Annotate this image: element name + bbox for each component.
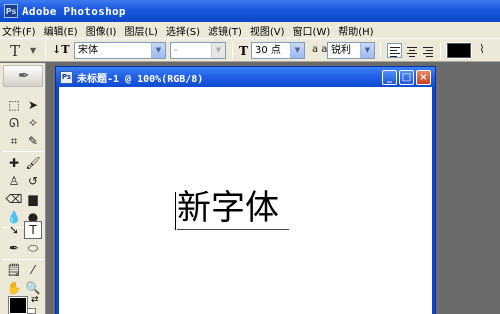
menu-bar: 文件(F) 编辑(E) 图像(I) 图层(L) 选择(S) 滤镜(T) 视图(V… [0,22,500,38]
canvas[interactable]: 新字体 [59,87,432,314]
text-caret [175,192,176,230]
font-size-value: 30 点 [255,45,281,56]
menu-window[interactable]: 窗口(W) [293,23,331,38]
history-brush-tool-icon[interactable]: ↺ [24,172,42,190]
photoshop-icon: Ps [4,4,18,18]
options-bar: T ▼ ↓T 宋体 ▼ - ▼ T 30 点 ▼ a a 锐利 ▼ ⌇ [0,38,500,62]
crop-tool-icon[interactable]: ⌗ [5,132,23,150]
eraser-tool-icon[interactable]: ⌫ [5,190,23,208]
canvas-text-layer[interactable]: 新字体 [177,188,279,228]
feather-icon: ✒ [18,68,30,84]
chevron-down-icon[interactable]: ▼ [30,46,36,55]
gradient-tool-icon[interactable]: ▆ [24,190,42,208]
path-selection-tool-icon[interactable]: ➘ [5,221,23,239]
lasso-tool-icon[interactable]: ᘏ [5,114,23,132]
menu-filter[interactable]: 滤镜(T) [208,23,242,38]
app-titlebar: Ps Adobe Photoshop [0,0,500,22]
document-title: 未标题-1 @ 100%(RGB/8) [77,73,204,85]
align-right-button[interactable] [420,43,435,58]
brush-tool-icon[interactable]: 🖌 [24,154,42,172]
menu-edit[interactable]: 编辑(E) [44,23,78,38]
chevron-down-icon[interactable]: ▼ [211,43,225,58]
magic-wand-tool-icon[interactable]: ✧ [24,114,42,132]
divider [45,42,46,60]
align-center-button[interactable] [404,43,419,58]
marquee-tool-icon[interactable]: ⬚ [5,96,23,114]
minimize-button[interactable]: _ [382,70,397,85]
font-size-icon: T [239,44,248,58]
font-size-select[interactable]: 30 点 ▼ [251,42,305,59]
toolbox-header[interactable]: ✒ [3,65,43,87]
antialias-icon: a a [312,44,328,55]
font-style-select[interactable]: - ▼ [170,42,226,59]
eyedropper-tool-icon[interactable]: ⁄ [24,261,42,279]
document-titlebar[interactable]: Ps 未标题-1 @ 100%(RGB/8) _ □ × [56,67,435,87]
document-icon: Ps [60,70,73,84]
menu-help[interactable]: 帮助(H) [338,23,373,38]
toolbox: ✒ ⬚ ➤ ᘏ ✧ ⌗ ✎ ✚ 🖌 ♙ ↺ ⌫ ▆ 💧 ● ➘ T ✒ ⬭ 🗒 … [0,63,46,314]
healing-brush-tool-icon[interactable]: ✚ [5,154,23,172]
slice-tool-icon[interactable]: ✎ [24,132,42,150]
hand-tool-icon[interactable]: ✋ [5,279,23,297]
menu-image[interactable]: 图像(I) [86,23,117,38]
menu-select[interactable]: 选择(S) [166,23,200,38]
foreground-color-swatch[interactable] [8,296,28,314]
pen-tool-icon[interactable]: ✒ [5,239,23,257]
document-window: Ps 未标题-1 @ 100%(RGB/8) _ □ × 新字体 [55,66,436,314]
menu-file[interactable]: 文件(F) [2,23,36,38]
chevron-down-icon[interactable]: ▼ [360,43,374,58]
maximize-button[interactable]: □ [399,70,414,85]
antialias-value: 锐利 [331,45,351,56]
divider [440,42,441,60]
text-orientation-icon[interactable]: ↓T [52,43,69,56]
font-style-value: - [174,45,178,56]
font-family-select[interactable]: 宋体 ▼ [74,42,166,59]
shape-tool-icon[interactable]: ⬭ [24,239,42,257]
chevron-down-icon[interactable]: ▼ [290,43,304,58]
align-left-button[interactable] [387,43,402,58]
divider [232,42,233,60]
menu-layer[interactable]: 图层(L) [124,23,157,38]
divider [380,42,381,60]
type-tool-icon[interactable]: T [24,221,42,239]
text-baseline [177,229,289,230]
menu-view[interactable]: 视图(V) [250,23,285,38]
notes-tool-icon[interactable]: 🗒 [5,261,23,279]
close-button[interactable]: × [416,70,431,85]
app-title: Adobe Photoshop [22,4,126,18]
font-family-value: 宋体 [78,45,98,56]
antialias-select[interactable]: 锐利 ▼ [327,42,375,59]
text-color-swatch[interactable] [446,42,472,59]
swap-colors-icon[interactable]: ⇄ [31,295,39,305]
workspace-area [440,63,500,314]
warp-text-icon[interactable]: ⌇ [479,42,497,60]
stamp-tool-icon[interactable]: ♙ [5,172,23,190]
text-tool-preset-icon[interactable]: T [10,42,20,60]
move-tool-icon[interactable]: ➤ [24,96,42,114]
chevron-down-icon[interactable]: ▼ [151,43,165,58]
